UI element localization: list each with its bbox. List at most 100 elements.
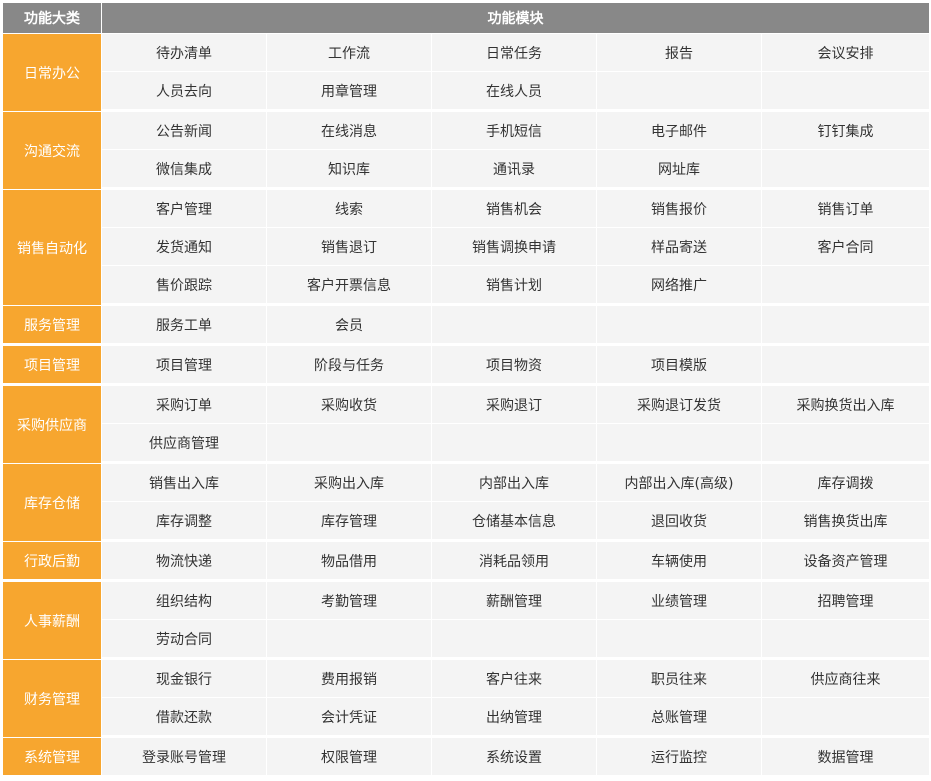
category-cell: 沟通交流: [3, 112, 102, 190]
module-cell: 销售出入库: [102, 464, 267, 502]
module-cell: 电子邮件: [597, 112, 762, 150]
module-cell: 网络推广: [597, 266, 762, 306]
table-row: 库存仓储 销售出入库 采购出入库 内部出入库 内部出入库(高级) 库存调拨: [3, 464, 930, 542]
module-cell: [762, 424, 930, 464]
module-cell: [432, 306, 597, 346]
module-cell: 销售机会: [432, 190, 597, 228]
module-cell: 库存调整: [102, 502, 267, 542]
table-row: 售价跟踪 客户开票信息 销售计划 网络推广: [3, 266, 930, 306]
module-cell: [762, 620, 930, 660]
module-cell: 供应商管理: [102, 424, 267, 464]
module-cell: 退回收货: [597, 502, 762, 542]
module-cell: 工作流: [267, 34, 432, 72]
module-cell: 销售调换申请: [432, 228, 597, 266]
table-row: 人员去向 用章管理 在线人员: [3, 72, 930, 112]
header-row: 功能大类 功能模块: [3, 3, 930, 34]
module-cell: 线索: [267, 190, 432, 228]
module-cell: 待办清单: [102, 34, 267, 72]
module-cell: [432, 620, 597, 660]
module-cell: 消耗品领用: [432, 542, 597, 582]
module-cell: 运行监控: [597, 738, 762, 776]
category-cell: 项目管理: [3, 346, 102, 386]
table-row: 借款还款 会计凭证 出纳管理 总账管理: [3, 698, 930, 738]
table-row: 项目管理 项目管理 阶段与任务 项目物资 项目模版: [3, 346, 930, 386]
module-cell: 采购退订: [432, 386, 597, 424]
module-cell: 内部出入库(高级): [597, 464, 762, 502]
module-cell: 采购收货: [267, 386, 432, 424]
module-cell: 售价跟踪: [102, 266, 267, 306]
module-cell: 用章管理: [267, 72, 432, 112]
module-cell: 采购出入库: [267, 464, 432, 502]
module-cell: 物流快递: [102, 542, 267, 582]
module-cell: 样品寄送: [597, 228, 762, 266]
module-cell: 设备资产管理: [762, 542, 930, 582]
module-cell: 发货通知: [102, 228, 267, 266]
module-cell: 考勤管理: [267, 582, 432, 620]
module-cell: 数据管理: [762, 738, 930, 776]
module-cell: 销售换货出库: [762, 502, 930, 542]
module-cell: [432, 424, 597, 464]
module-cell: 销售退订: [267, 228, 432, 266]
module-cell: 库存管理: [267, 502, 432, 542]
category-cell: 采购供应商: [3, 386, 102, 464]
category-cell: 库存仓储: [3, 464, 102, 542]
module-cell: 供应商往来: [762, 660, 930, 698]
module-cell: 借款还款: [102, 698, 267, 738]
category-cell: 系统管理: [3, 738, 102, 776]
module-cell: 销售计划: [432, 266, 597, 306]
module-cell: 项目模版: [597, 346, 762, 386]
module-cell: 客户往来: [432, 660, 597, 698]
category-cell: 销售自动化: [3, 190, 102, 306]
module-cell: 销售报价: [597, 190, 762, 228]
module-cell: 在线人员: [432, 72, 597, 112]
module-cell: 日常任务: [432, 34, 597, 72]
module-cell: 职员往来: [597, 660, 762, 698]
module-cell: [597, 306, 762, 346]
table-row: 供应商管理: [3, 424, 930, 464]
module-cell: 项目物资: [432, 346, 597, 386]
module-cell: 会员: [267, 306, 432, 346]
module-cell: 内部出入库: [432, 464, 597, 502]
table-row: 人事薪酬 组织结构 考勤管理 薪酬管理 业绩管理 招聘管理: [3, 582, 930, 660]
module-cell: [267, 424, 432, 464]
module-cell: 会计凭证: [267, 698, 432, 738]
module-cell: 微信集成: [102, 150, 267, 190]
module-cell: 手机短信: [432, 112, 597, 150]
module-cell: [597, 620, 762, 660]
module-cell: [762, 72, 930, 112]
module-cell: 采购订单: [102, 386, 267, 424]
module-cell: 服务工单: [102, 306, 267, 346]
module-cell: 销售订单: [762, 190, 930, 228]
module-cell: 费用报销: [267, 660, 432, 698]
module-cell: 薪酬管理: [432, 582, 597, 620]
category-cell: 财务管理: [3, 660, 102, 738]
module-cell: [762, 698, 930, 738]
module-cell: 总账管理: [597, 698, 762, 738]
module-cell: 权限管理: [267, 738, 432, 776]
module-cell: 在线消息: [267, 112, 432, 150]
module-cell: [762, 266, 930, 306]
category-cell: 日常办公: [3, 34, 102, 112]
table-row: 财务管理 现金银行 费用报销 客户往来 职员往来 供应商往来: [3, 660, 930, 738]
table-row: 采购供应商 采购订单 采购收货 采购退订 采购退订发货 采购换货出入库: [3, 386, 930, 464]
module-cell: 人员去向: [102, 72, 267, 112]
module-cell: 客户管理: [102, 190, 267, 228]
table-row: 销售自动化 客户管理 线索 销售机会 销售报价 销售订单: [3, 190, 930, 306]
module-cell: 采购退订发货: [597, 386, 762, 424]
module-column-header: 功能模块: [102, 3, 930, 34]
table-row: 微信集成 知识库 通讯录 网址库: [3, 150, 930, 190]
module-cell: 仓储基本信息: [432, 502, 597, 542]
module-cell: [267, 620, 432, 660]
category-cell: 人事薪酬: [3, 582, 102, 660]
module-cell: 钉钉集成: [762, 112, 930, 150]
module-cell: 系统设置: [432, 738, 597, 776]
table-body: 日常办公 待办清单 工作流 日常任务 报告 会议安排 人员去向 用章管理 在线人员 沟通交流 公告新…: [3, 34, 930, 776]
table-row: 库存调整 库存管理 仓储基本信息 退回收货 销售换货出库: [3, 502, 930, 542]
module-cell: 知识库: [267, 150, 432, 190]
table-row: 行政后勤 物流快递 物品借用 消耗品领用 车辆使用 设备资产管理: [3, 542, 930, 582]
category-column-header: 功能大类: [3, 3, 102, 34]
feature-table: 功能大类 功能模块 日常办公 待办清单 工作流 日常任务 报告 会议安排 人员去向 用章管理在…: [3, 3, 930, 776]
table-row: 服务管理 服务工单 会员: [3, 306, 930, 346]
module-cell: 报告: [597, 34, 762, 72]
module-cell: 项目管理: [102, 346, 267, 386]
